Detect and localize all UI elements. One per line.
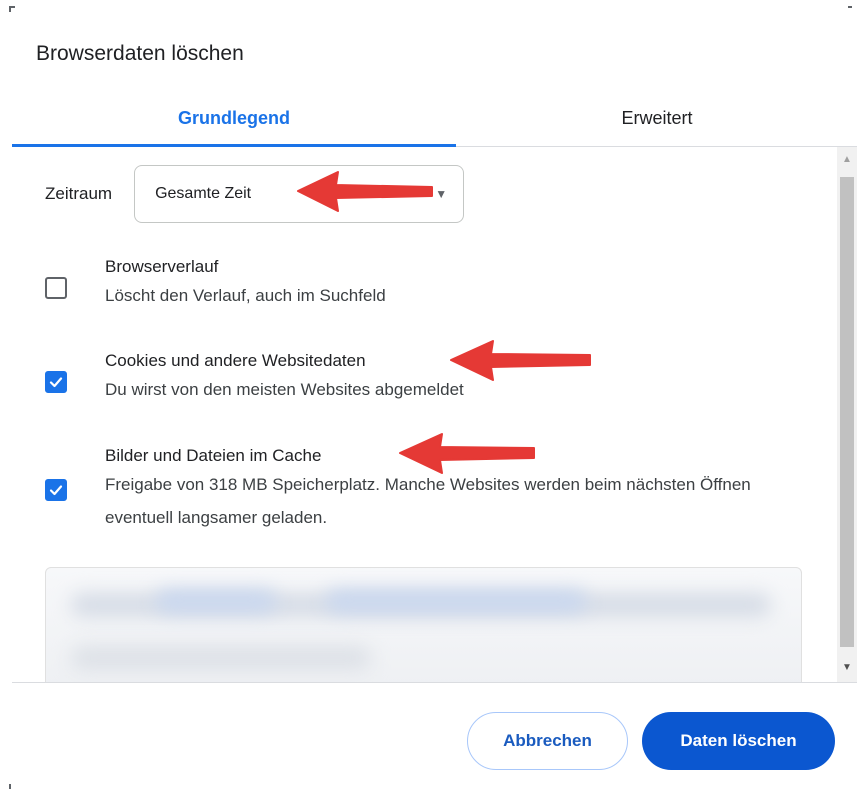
delete-data-button[interactable]: Daten löschen <box>642 712 835 770</box>
red-arrow-icon <box>450 340 591 381</box>
corner-mark-bottom-left <box>9 784 11 789</box>
tab-basic[interactable]: Grundlegend <box>12 90 456 147</box>
option-browsing-history: Browserverlauf Löscht den Verlauf, auch … <box>45 255 815 325</box>
content-scrollbar[interactable]: ▲ ▼ <box>837 147 857 682</box>
scroll-thumb[interactable] <box>840 177 854 647</box>
cancel-button[interactable]: Abbrechen <box>467 712 628 770</box>
red-arrow-icon <box>399 433 535 474</box>
time-range-value: Gesamte Zeit <box>155 185 252 202</box>
tab-basic-label: Grundlegend <box>178 107 290 128</box>
red-arrow-icon <box>297 171 433 212</box>
option-cookies: Cookies und andere Websitedaten Du wirst… <box>45 349 815 419</box>
dialog-title: Browserdaten löschen <box>36 42 244 65</box>
check-icon <box>49 485 63 496</box>
clear-browsing-data-dialog: Browserdaten löschen Grundlegend Erweite… <box>0 0 857 793</box>
option-text: Browserverlauf Löscht den Verlauf, auch … <box>105 255 805 312</box>
tab-advanced-label: Erweitert <box>621 107 693 128</box>
option-description: Löscht den Verlauf, auch im Suchfeld <box>105 286 386 305</box>
cookies-checkbox[interactable] <box>45 371 67 393</box>
scroll-up-icon[interactable]: ▲ <box>837 149 857 169</box>
dialog-content: Zeitraum Gesamte Zeit ▼ Browserverlauf L… <box>0 147 857 682</box>
option-title: Browserverlauf <box>105 257 219 276</box>
blurred-content <box>156 590 276 612</box>
time-range-label: Zeitraum <box>45 184 113 203</box>
blurred-content <box>71 646 371 670</box>
browsing-history-checkbox[interactable] <box>45 277 67 299</box>
scroll-down-icon[interactable]: ▼ <box>837 657 857 677</box>
blurred-info-panel <box>45 567 802 682</box>
tab-bar: Grundlegend Erweitert <box>12 90 857 147</box>
cache-checkbox[interactable] <box>45 479 67 501</box>
check-icon <box>49 377 63 388</box>
footer-divider <box>12 682 857 683</box>
corner-mark-top-left-v <box>9 6 11 12</box>
tab-advanced[interactable]: Erweitert <box>456 90 857 146</box>
option-description: Freigabe von 318 MB Speicherplatz. Manch… <box>105 475 751 527</box>
corner-mark-top-right <box>848 6 852 8</box>
blurred-content <box>326 590 586 612</box>
